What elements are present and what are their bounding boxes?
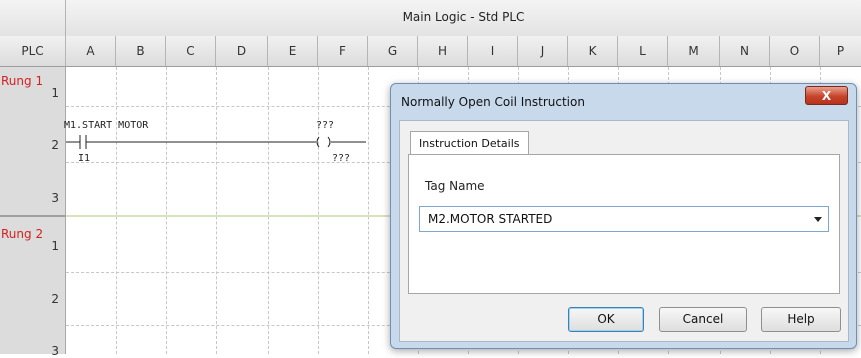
- contact-address-label[interactable]: I1: [78, 153, 90, 164]
- editor-title-bar: Main Logic - Std PLC: [0, 0, 861, 37]
- column-header-p[interactable]: P: [820, 36, 861, 66]
- column-header-e[interactable]: E: [268, 36, 318, 66]
- tag-name-dropdown[interactable]: M2.MOTOR STARTED: [419, 206, 829, 232]
- editor-title: Main Logic - Std PLC: [402, 10, 525, 24]
- grid-line: [368, 67, 369, 354]
- column-header-c[interactable]: C: [166, 36, 216, 66]
- close-icon: X: [821, 89, 832, 103]
- ladder-editor: Main Logic - Std PLC PLC A B C D E F G H…: [0, 0, 861, 358]
- column-header-l[interactable]: L: [618, 36, 668, 66]
- column-header-g[interactable]: G: [368, 36, 418, 66]
- column-header-b[interactable]: B: [116, 36, 166, 66]
- column-header-f[interactable]: F: [318, 36, 368, 66]
- grid-line: [116, 67, 117, 354]
- grid-line: [318, 67, 319, 354]
- column-header-h[interactable]: H: [418, 36, 468, 66]
- column-header-o[interactable]: O: [770, 36, 820, 66]
- coil-address-label[interactable]: ???: [332, 153, 350, 164]
- rung-1-circuit: [66, 135, 366, 149]
- grid-line: [268, 67, 269, 354]
- help-button[interactable]: Help: [761, 307, 841, 332]
- column-header-a[interactable]: A: [66, 36, 116, 66]
- rung-1-row-2[interactable]: 2: [51, 138, 59, 152]
- rung-row-column: Rung 1 1 2 3 Rung 2 1 2 3: [0, 67, 66, 358]
- cancel-button[interactable]: Cancel: [659, 307, 747, 332]
- column-header-j[interactable]: J: [518, 36, 568, 66]
- rung-2-row-2[interactable]: 2: [51, 292, 59, 306]
- column-header-m[interactable]: M: [668, 36, 720, 66]
- header-corner: [0, 0, 66, 36]
- rung-2-row-1[interactable]: 1: [51, 239, 59, 253]
- tag-name-label: Tag Name: [425, 179, 485, 193]
- column-header-row: PLC A B C D E F G H I J K L M N O P: [0, 36, 861, 67]
- chevron-down-icon: [814, 217, 822, 222]
- column-header-n[interactable]: N: [720, 36, 770, 66]
- rung-1-row-3[interactable]: 3: [51, 191, 59, 205]
- dialog-body: Instruction Details Tag Name M2.MOTOR ST…: [399, 120, 849, 342]
- rung-separator: [0, 215, 66, 217]
- rung-2-row-3[interactable]: 3: [51, 344, 59, 358]
- instruction-details-panel: Tag Name M2.MOTOR STARTED: [408, 154, 840, 294]
- column-header-i[interactable]: I: [468, 36, 518, 66]
- column-header-k[interactable]: K: [568, 36, 618, 66]
- tab-instruction-details[interactable]: Instruction Details: [410, 131, 529, 155]
- tag-name-value: M2.MOTOR STARTED: [428, 212, 553, 226]
- close-button[interactable]: X: [805, 86, 848, 105]
- ok-button[interactable]: OK: [568, 307, 644, 332]
- coil-tag-label[interactable]: ???: [316, 120, 334, 131]
- column-header-d[interactable]: D: [216, 36, 268, 66]
- coil-instruction-dialog: Normally Open Coil Instruction X Instruc…: [390, 83, 857, 349]
- plc-corner-label: PLC: [0, 36, 66, 66]
- rung-1-label[interactable]: Rung 1: [1, 75, 43, 87]
- grid-line: [216, 67, 217, 354]
- dialog-title: Normally Open Coil Instruction: [401, 95, 585, 109]
- rung-2-label[interactable]: Rung 2: [1, 228, 43, 240]
- contact-tag-label[interactable]: M1.START MOTOR: [64, 120, 148, 131]
- rung-1-row-1[interactable]: 1: [51, 86, 59, 100]
- grid-line: [166, 67, 167, 354]
